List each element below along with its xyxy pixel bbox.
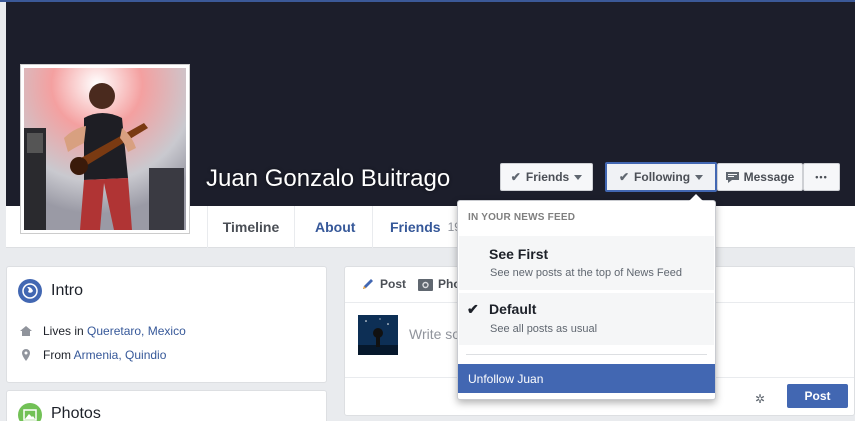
profile-photo-image [24, 68, 186, 230]
tab-divider [372, 206, 373, 248]
friends-button-label: Friends [525, 170, 570, 184]
friends-button[interactable]: ✔ Friends [500, 163, 593, 191]
dropdown-divider [466, 354, 707, 355]
composer-photo-tab[interactable]: Pho [418, 277, 461, 291]
checkmark-icon: ✔ [467, 301, 479, 317]
tab-timeline-label: Timeline [222, 219, 280, 235]
tab-about-label: About [315, 219, 356, 235]
default-desc: See all posts as usual [490, 323, 598, 335]
composer-post-tab[interactable]: Post [361, 277, 406, 291]
tab-friends-label: Friends [390, 219, 441, 235]
unfollow-option[interactable]: Unfollow Juan [458, 364, 715, 393]
composer-post-tab-label: Post [380, 277, 407, 291]
dropdown-header: IN YOUR NEWS FEED [468, 212, 576, 223]
see-first-option[interactable]: See First See new posts at the top of Ne… [459, 236, 714, 290]
gear-icon[interactable]: ✲ [755, 392, 765, 406]
intro-title: Intro [51, 282, 84, 299]
composer-input[interactable]: Write so [409, 326, 460, 342]
message-button[interactable]: Message [717, 163, 803, 191]
message-icon [725, 171, 739, 183]
tab-about[interactable]: About [315, 206, 355, 248]
lives-in-prefix: Lives in [43, 324, 88, 338]
following-dropdown-menu: IN YOUR NEWS FEED See First See new post… [457, 194, 716, 400]
caret-down-icon [695, 174, 704, 180]
photos-title: Photos [51, 405, 101, 421]
lives-in-link[interactable]: Queretaro, Mexico [87, 324, 186, 338]
profile-picture[interactable] [20, 64, 190, 234]
from-prefix: From [43, 348, 74, 362]
tab-timeline[interactable]: Timeline [207, 206, 295, 248]
following-button[interactable]: ✔ Following [605, 162, 717, 192]
caret-down-icon [574, 174, 583, 180]
more-dots-icon: ••• [815, 172, 828, 182]
message-button-label: Message [743, 170, 795, 184]
photos-icon [18, 403, 42, 421]
default-title: Default [489, 301, 537, 317]
dropdown-arrow [689, 194, 703, 201]
home-icon [20, 326, 32, 336]
composer-avatar [358, 315, 398, 355]
location-pin-icon [22, 349, 30, 361]
unfollow-label: Unfollow Juan [468, 371, 544, 386]
from-row: From Armenia, Quindio [19, 348, 166, 362]
post-button[interactable]: Post [787, 384, 848, 408]
profile-name[interactable]: Juan Gonzalo Buitrago [206, 165, 450, 193]
see-first-desc: See new posts at the top of News Feed [490, 267, 683, 279]
photos-card: Photos [6, 390, 327, 421]
intro-card: Intro Lives in Queretaro, Mexico From Ar… [6, 266, 327, 383]
default-option[interactable]: ✔ Default See all posts as usual [459, 293, 714, 345]
tab-friends[interactable]: Friends 19 [390, 206, 461, 248]
camera-icon [418, 279, 433, 291]
globe-icon [18, 279, 42, 303]
following-button-label: Following [634, 170, 691, 184]
from-link[interactable]: Armenia, Quindio [74, 348, 167, 362]
lives-in-row: Lives in Queretaro, Mexico [19, 324, 186, 338]
see-first-title: See First [489, 246, 549, 262]
check-icon: ✔ [510, 170, 521, 184]
check-icon: ✔ [618, 170, 630, 184]
more-options-button[interactable]: ••• [803, 163, 840, 191]
pencil-icon [363, 279, 373, 289]
